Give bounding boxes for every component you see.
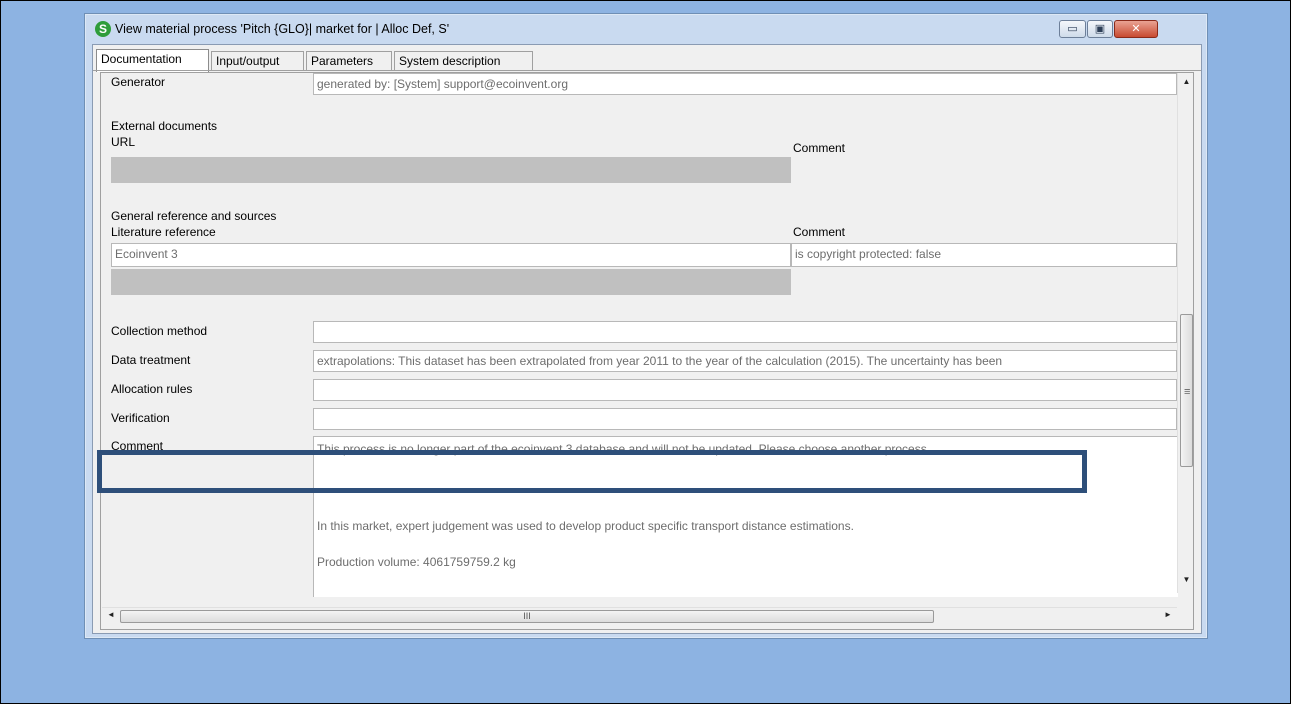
simapro-app-icon: S <box>95 21 111 37</box>
external-url-grid[interactable] <box>111 157 791 183</box>
maximize-button[interactable]: ▣ <box>1087 20 1113 38</box>
comment-line-1: This process is no longer part of the ec… <box>317 442 931 456</box>
grip-icon: ≡ <box>1184 386 1191 398</box>
minimize-button[interactable]: ▭ <box>1059 20 1086 38</box>
comment-line-2: In this market, expert judgement was use… <box>317 519 854 533</box>
allocation-rules-label: Allocation rules <box>111 382 193 396</box>
external-comment-label: Comment <box>793 141 846 155</box>
literature-reference-grid[interactable] <box>111 269 791 295</box>
tab-divider <box>93 70 1201 71</box>
literature-reference-field[interactable]: Ecoinvent 3 <box>111 243 791 267</box>
horizontal-scrollbar[interactable]: ◄ III ► <box>102 607 1177 625</box>
tab-documentation[interactable]: Documentation <box>96 49 209 72</box>
generator-label: Generator <box>111 75 166 89</box>
reference-comment-label: Comment <box>793 225 846 239</box>
horizontal-scroll-thumb[interactable]: III <box>120 610 934 623</box>
close-button[interactable]: ✕ <box>1114 20 1158 38</box>
process-window: S View material process 'Pitch {GLO}| ma… <box>84 13 1208 639</box>
scroll-down-arrow-icon[interactable]: ▼ <box>1178 575 1193 584</box>
comment-label: Comment <box>111 439 164 453</box>
url-label: URL <box>111 135 136 149</box>
verification-label: Verification <box>111 411 170 425</box>
tab-parameters[interactable]: Parameters <box>306 51 392 71</box>
documentation-panel: Generator generated by: [System] support… <box>100 72 1194 630</box>
data-treatment-field[interactable]: extrapolations: This dataset has been ex… <box>313 350 1177 372</box>
verification-field[interactable] <box>313 408 1177 430</box>
comment-field[interactable]: This process is no longer part of the ec… <box>313 436 1178 597</box>
data-treatment-label: Data treatment <box>111 353 191 367</box>
window-client: Documentation Input/output Parameters Sy… <box>92 44 1202 634</box>
reference-comment-field[interactable]: is copyright protected: false <box>791 243 1177 267</box>
title-bar[interactable]: S View material process 'Pitch {GLO}| ma… <box>85 14 1207 44</box>
allocation-rules-field[interactable] <box>313 379 1177 401</box>
collection-method-field[interactable] <box>313 321 1177 343</box>
external-documents-heading: External documents <box>111 119 218 133</box>
vertical-scroll-thumb[interactable]: ≡ <box>1180 314 1193 467</box>
scroll-left-arrow-icon[interactable]: ◄ <box>103 610 119 619</box>
tab-system-description[interactable]: System description <box>394 51 533 71</box>
generator-field[interactable]: generated by: [System] support@ecoinvent… <box>313 73 1177 95</box>
vertical-scrollbar[interactable]: ▲ ≡ ▼ <box>1177 73 1193 593</box>
comment-line-3: Production volume: 4061759759.2 kg <box>317 555 516 569</box>
scroll-right-arrow-icon[interactable]: ► <box>1160 610 1176 619</box>
scroll-up-arrow-icon[interactable]: ▲ <box>1178 77 1193 86</box>
tab-input-output[interactable]: Input/output <box>211 51 304 71</box>
general-reference-heading: General reference and sources <box>111 209 277 223</box>
literature-reference-label: Literature reference <box>111 225 216 239</box>
window-title: View material process 'Pitch {GLO}| mark… <box>115 22 450 36</box>
collection-method-label: Collection method <box>111 324 208 338</box>
